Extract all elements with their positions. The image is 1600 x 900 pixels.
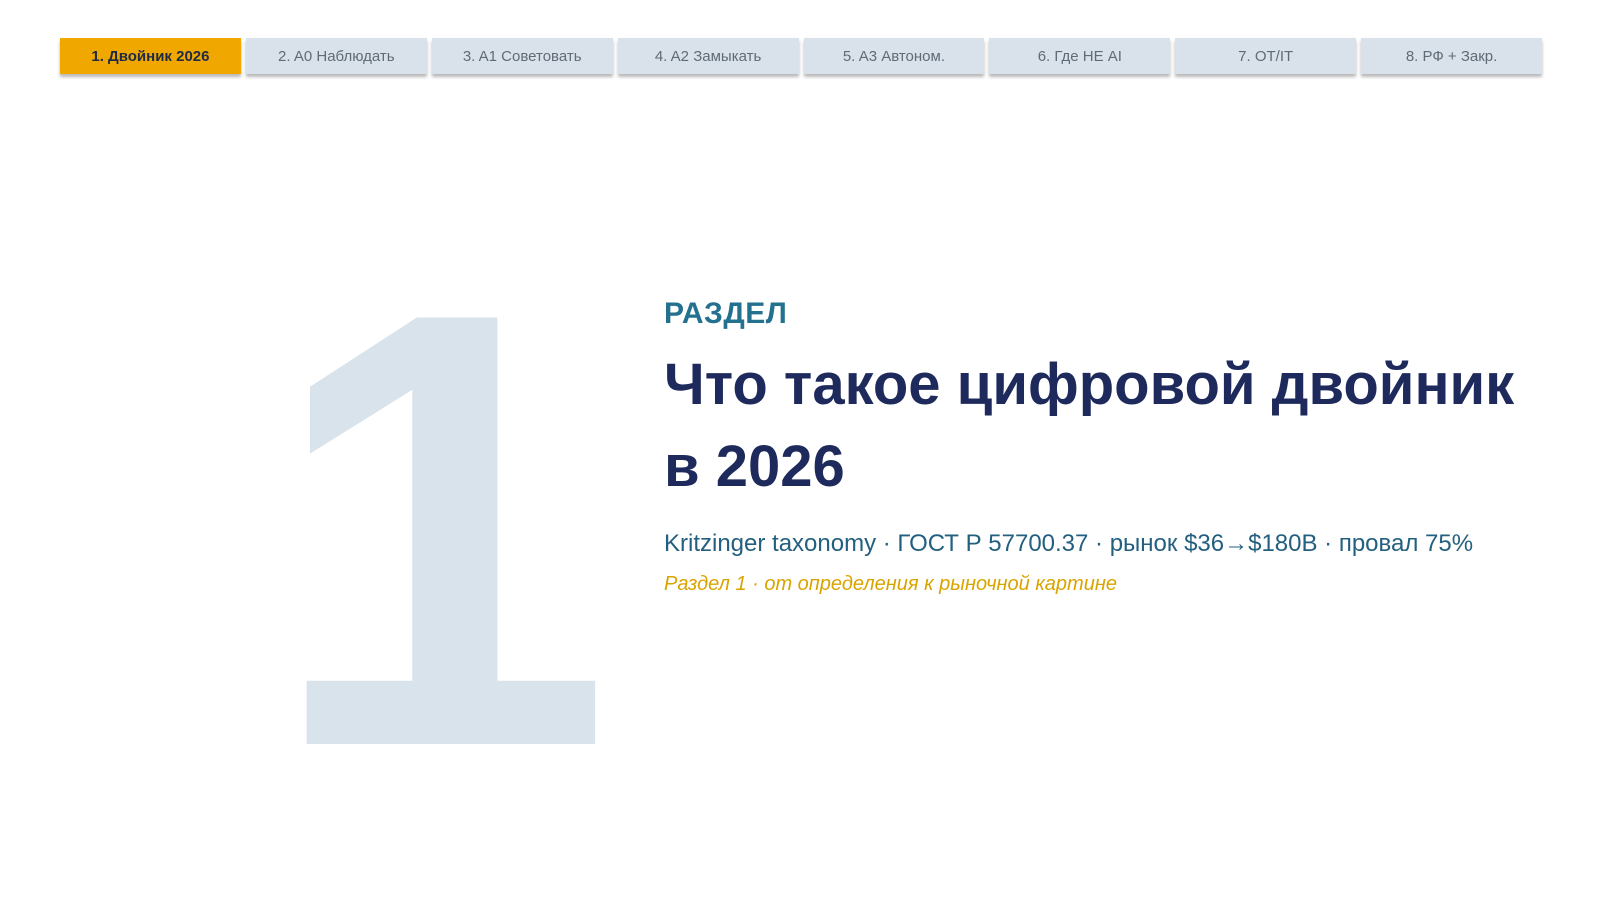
section-label: РАЗДЕЛ bbox=[664, 297, 788, 330]
tab-a1-sovetovat[interactable]: 3. A1 Советовать bbox=[431, 38, 613, 74]
page-title: Что такое цифровой двойник в 2026 bbox=[664, 344, 1564, 508]
tab-a3-avtonom[interactable]: 5. A3 Автоном. bbox=[803, 38, 985, 74]
tab-ot-it[interactable]: 7. OT/IT bbox=[1175, 38, 1357, 74]
tab-a0-nablyudat[interactable]: 2. A0 Наблюдать bbox=[245, 38, 427, 74]
section-nav: 1. Двойник 2026 2. A0 Наблюдать 3. A1 Со… bbox=[60, 38, 1542, 74]
tab-a2-zamykat[interactable]: 4. A2 Замыкать bbox=[617, 38, 799, 74]
title-line-1: Что такое цифровой двойник bbox=[664, 352, 1515, 417]
section-caption: Раздел 1 · от определения к рыночной кар… bbox=[664, 573, 1117, 595]
title-line-2: в 2026 bbox=[664, 434, 845, 499]
section-subtitle: Kritzinger taxonomy · ГОСТ Р 57700.37 · … bbox=[664, 530, 1474, 557]
section-number: 1 bbox=[267, 184, 613, 876]
slide: 1. Двойник 2026 2. A0 Наблюдать 3. A1 Со… bbox=[0, 0, 1600, 900]
section-content: РАЗДЕЛ Что такое цифровой двойник в 2026… bbox=[664, 296, 1564, 598]
tab-rf-zakr[interactable]: 8. РФ + Закр. bbox=[1361, 38, 1542, 74]
tab-dvoynik-2026[interactable]: 1. Двойник 2026 bbox=[60, 38, 241, 74]
tab-gde-ne-ai[interactable]: 6. Где НЕ AI bbox=[989, 38, 1171, 74]
